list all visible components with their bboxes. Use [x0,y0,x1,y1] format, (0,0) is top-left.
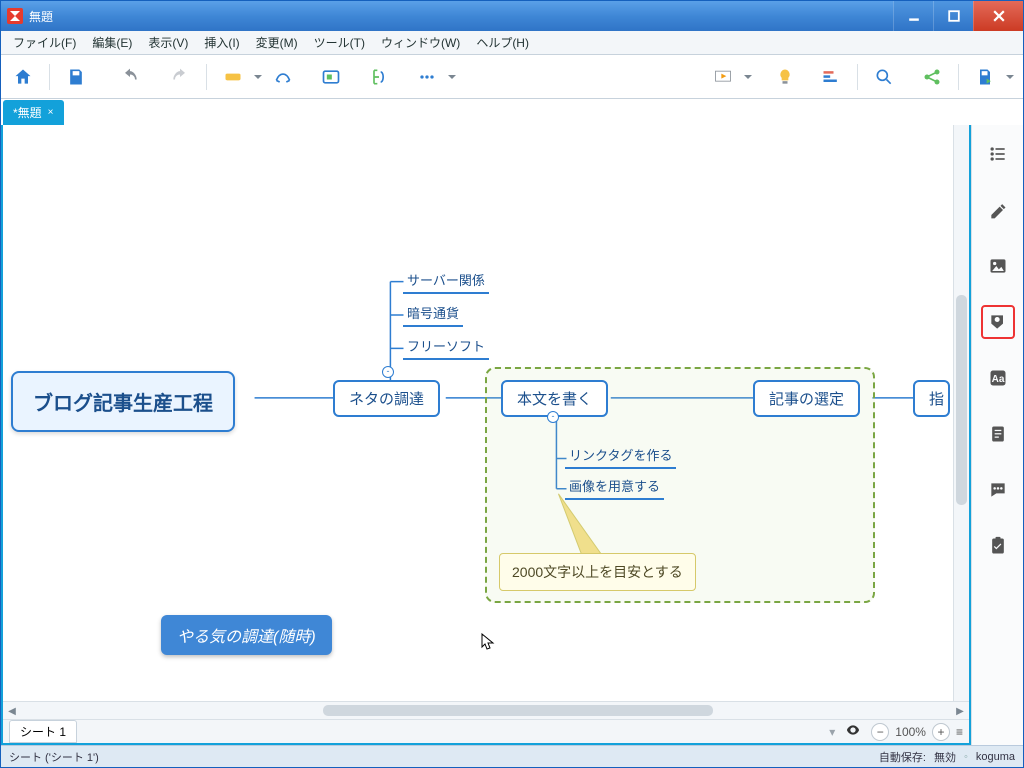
outline-panel-button[interactable] [981,137,1015,171]
vertical-scroll-thumb[interactable] [956,295,967,505]
zoom-level: 100% [895,725,926,739]
subtopic-image[interactable]: 画像を用意する [565,474,664,500]
more-dropdown[interactable] [447,71,457,83]
menu-window[interactable]: ウィンドウ(W) [373,31,468,54]
topic-neta[interactable]: ネタの調達 [333,380,440,417]
save-button[interactable] [62,63,90,91]
mindmap-canvas[interactable]: ブログ記事生産工程 ネタの調達 - サーバー関係 暗号通貨 フリーソフト 本文を… [3,125,969,701]
maximize-button[interactable] [933,1,973,31]
font-panel-button[interactable]: Aa [981,361,1015,395]
redo-button[interactable] [166,63,194,91]
document-tab-label: *無題 [13,104,42,121]
notes-panel-button[interactable] [981,417,1015,451]
comments-panel-button[interactable] [981,473,1015,507]
zoom-out-button[interactable]: − [871,723,889,741]
status-left: シート ('シート 1') [9,749,99,765]
scroll-left-button[interactable]: ◀ [3,702,21,720]
image-panel-button[interactable] [981,249,1015,283]
sheet-bar: シート 1 ▾ − 100% + ≡ [3,719,969,743]
svg-text:Aa: Aa [991,374,1004,385]
more-button[interactable] [413,63,441,91]
search-button[interactable] [870,63,898,91]
marker-panel-button[interactable] [981,305,1015,339]
subtopic-freesoft[interactable]: フリーソフト [403,334,489,360]
mouse-cursor [481,633,495,651]
collapse-handle[interactable]: - [382,366,394,378]
relationship-button[interactable] [269,63,297,91]
sheet-tab[interactable]: シート 1 [9,720,77,743]
status-dot: ◦ [964,751,968,763]
undo-button[interactable] [116,63,144,91]
horizontal-scrollbar[interactable]: ◀ ▶ [3,701,969,719]
root-topic[interactable]: ブログ記事生産工程 [11,371,235,432]
zoom-menu-icon[interactable]: ≡ [956,725,963,739]
subtopic-linktag[interactable]: リンクタグを作る [565,443,676,469]
zoom-control: − 100% + ≡ [871,723,963,741]
menu-modify[interactable]: 変更(M) [248,31,306,54]
vertical-scrollbar[interactable] [953,125,969,701]
menu-tools[interactable]: ツール(T) [306,31,373,54]
eye-icon[interactable] [845,722,861,741]
topic-dropdown[interactable] [253,71,263,83]
titlebar: 無題 [1,1,1023,31]
menu-file[interactable]: ファイル(F) [5,31,84,54]
menu-insert[interactable]: 挿入(I) [196,31,247,54]
export-button[interactable] [971,63,999,91]
gantt-button[interactable] [817,63,845,91]
app-icon [7,8,23,24]
menubar: ファイル(F) 編集(E) 表示(V) 挿入(I) 変更(M) ツール(T) ウ… [1,31,1023,55]
close-button[interactable] [973,1,1023,31]
topic-button[interactable] [219,63,247,91]
status-bar: シート ('シート 1') 自動保存: 無効 ◦ koguma [1,745,1023,767]
subtopic-server[interactable]: サーバー関係 [403,268,489,294]
task-panel-button[interactable] [981,529,1015,563]
share-button[interactable] [918,63,946,91]
menu-view[interactable]: 表示(V) [140,31,196,54]
autosave-label: 自動保存: [879,749,926,765]
side-panel: Aa [971,125,1023,745]
floating-topic[interactable]: やる気の調達(随時) [161,615,332,655]
topic-select[interactable]: 記事の選定 [753,380,860,417]
toolbar [1,55,1023,99]
zoom-in-button[interactable]: + [932,723,950,741]
status-user: koguma [976,751,1015,763]
minimize-button[interactable] [893,1,933,31]
presentation-button[interactable] [709,63,737,91]
subtopic-crypto[interactable]: 暗号通貨 [403,301,463,327]
collapse-handle-2[interactable]: - [547,411,559,423]
horizontal-scroll-thumb[interactable] [323,705,713,716]
window-title: 無題 [29,8,893,25]
callout-note[interactable]: 2000文字以上を目安とする [499,553,696,591]
boundary-button[interactable] [317,63,345,91]
presentation-dropdown[interactable] [743,71,753,83]
document-tab-close[interactable]: × [48,107,54,118]
brainstorm-button[interactable] [771,63,799,91]
filter-icon[interactable]: ▾ [829,725,835,739]
menu-help[interactable]: ヘルプ(H) [468,31,537,54]
export-dropdown[interactable] [1005,71,1015,83]
document-tab[interactable]: *無題 × [3,100,64,125]
autosave-value: 無効 [934,749,956,765]
summary-button[interactable] [365,63,393,91]
document-tabs: *無題 × [1,99,1023,125]
topic-cut[interactable]: 指 [913,380,950,417]
format-panel-button[interactable] [981,193,1015,227]
scroll-right-button[interactable]: ▶ [951,702,969,720]
home-button[interactable] [9,63,37,91]
menu-edit[interactable]: 編集(E) [84,31,140,54]
